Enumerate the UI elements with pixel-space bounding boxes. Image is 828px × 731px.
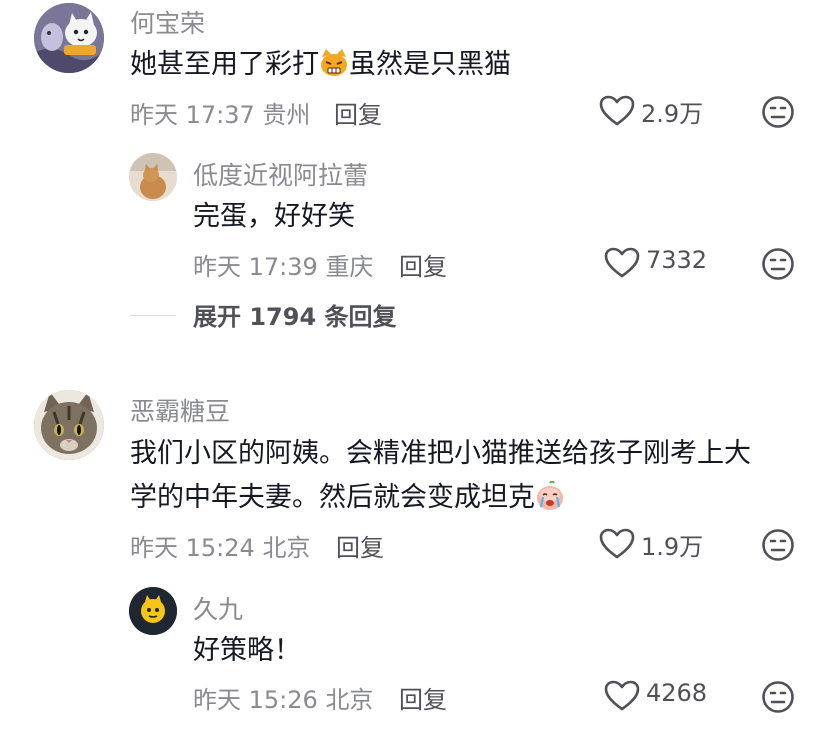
comment-location: 重庆: [325, 253, 374, 281]
dislike-icon[interactable]: [761, 528, 795, 562]
like-count: 4268: [646, 679, 708, 707]
comment-text-part: 虽然是只黑猫: [349, 49, 511, 80]
heart-icon[interactable]: [599, 528, 635, 560]
comment-author[interactable]: 低度近视阿拉蕾: [193, 156, 368, 192]
avatar[interactable]: [34, 390, 104, 460]
dislike-icon[interactable]: [761, 680, 795, 714]
comment-time: 昨天 17:39: [193, 253, 318, 281]
comment-text-line: 我们小区的阿姨。会精准把小猫推送给孩子刚考上大: [130, 438, 751, 469]
like-count: 2.9万: [641, 100, 704, 128]
comment-author[interactable]: 久九: [193, 590, 243, 626]
dislike-icon[interactable]: [761, 95, 795, 129]
heart-icon[interactable]: [604, 247, 640, 279]
comment-location: 北京: [325, 686, 374, 714]
crying-face-emoji-icon: [537, 481, 563, 510]
comment-author[interactable]: 何宝荣: [130, 4, 205, 40]
expand-divider: [130, 315, 176, 316]
like-count: 7332: [646, 246, 708, 274]
reply-button[interactable]: 回复: [399, 680, 447, 715]
heart-icon[interactable]: [604, 680, 640, 712]
reply-button[interactable]: 回复: [336, 528, 384, 563]
expand-replies-button[interactable]: 展开 1794 条回复: [193, 297, 397, 332]
dislike-icon[interactable]: [761, 247, 795, 281]
comment-meta: 昨天 15:24 北京: [130, 528, 310, 563]
comment-time: 昨天 15:24: [130, 534, 255, 562]
tabby-cat-photo-avatar-icon: [34, 390, 104, 460]
comment-text: 完蛋，好好笑: [193, 201, 355, 232]
comment-meta: 昨天 17:37 贵州: [130, 95, 310, 130]
avatar[interactable]: [34, 3, 104, 73]
avatar[interactable]: [129, 587, 177, 635]
comment-author[interactable]: 恶霸糖豆: [130, 392, 230, 428]
reply-button[interactable]: 回复: [334, 95, 382, 130]
comment-location: 贵州: [262, 101, 311, 129]
comment-time: 昨天 15:26: [193, 686, 318, 714]
cartoon-cat-avatar-icon: [34, 3, 104, 73]
comment-meta: 昨天 17:39 重庆: [193, 247, 373, 282]
angry-cat-emoji-icon: [321, 49, 347, 76]
comment-text: 她甚至用了彩打 虽然是只黑猫: [130, 42, 511, 87]
comment-location: 北京: [262, 534, 311, 562]
comment-text-line: 学的中年夫妻。然后就会变成坦克: [130, 475, 565, 520]
yellow-cat-logo-avatar-icon: [129, 587, 177, 635]
comment-meta: 昨天 15:26 北京: [193, 680, 373, 715]
orange-cat-photo-avatar-icon: [129, 153, 177, 201]
reply-button[interactable]: 回复: [399, 247, 447, 282]
like-count: 1.9万: [641, 533, 704, 561]
comment-text: 好策略！: [193, 635, 301, 666]
avatar[interactable]: [129, 153, 177, 201]
comment-text-part: 学的中年夫妻。然后就会变成坦克: [130, 482, 535, 513]
heart-icon[interactable]: [599, 95, 635, 127]
comment-time: 昨天 17:37: [130, 101, 255, 129]
comment-text-part: 她甚至用了彩打: [130, 49, 319, 80]
